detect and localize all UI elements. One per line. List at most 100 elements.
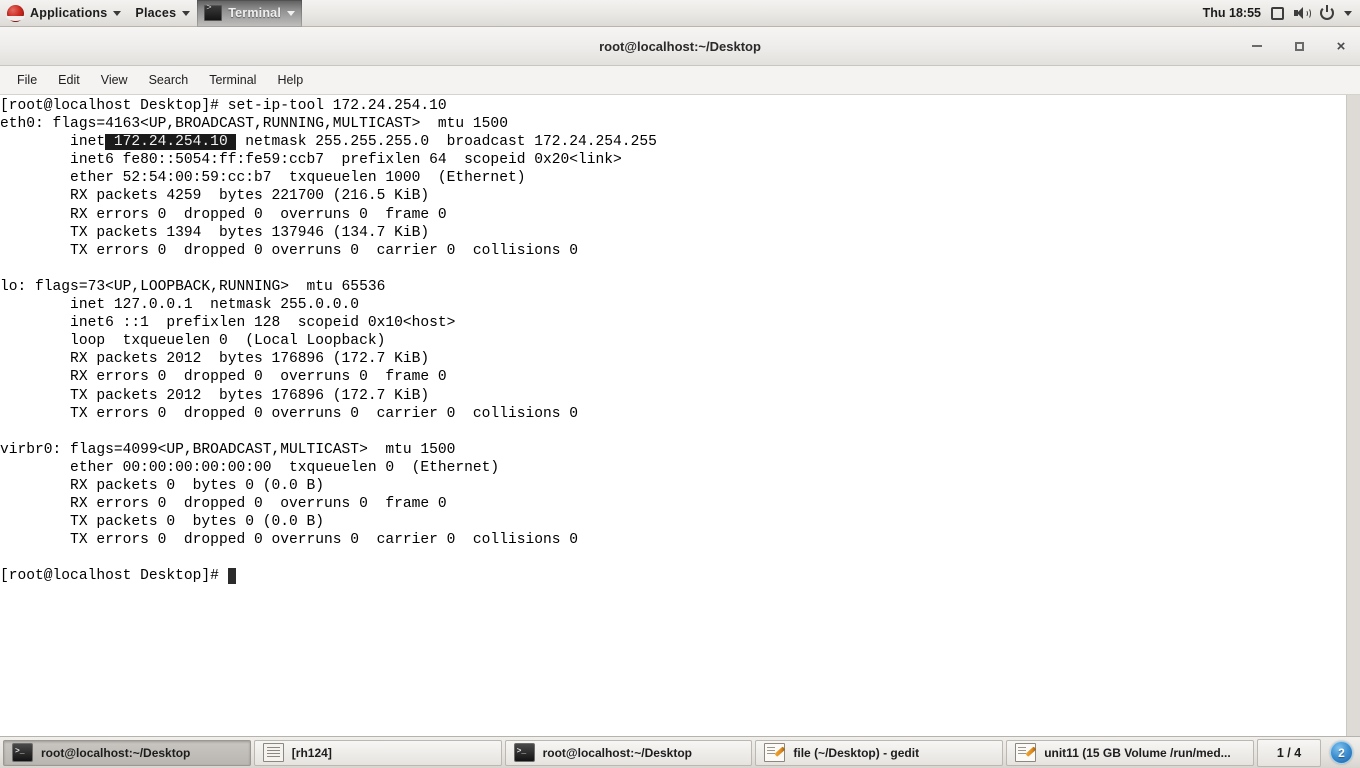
terminal-text: ether 00:00:00:00:00:00 txqueuelen 0 (Et… (0, 459, 500, 476)
terminal-line: TX errors 0 dropped 0 overruns 0 carrier… (0, 405, 1346, 423)
taskbar-button-label: [rh124] (291, 745, 332, 760)
window-titlebar[interactable]: root@localhost:~/Desktop × (0, 27, 1360, 66)
terminal-text: [root@localhost Desktop]# (0, 568, 228, 585)
terminal-text: inet6 ::1 prefixlen 128 scopeid 0x10<hos… (0, 315, 456, 332)
terminal-text: [root@localhost Desktop]# set-ip-tool 17… (0, 98, 447, 114)
terminal-text: TX errors 0 dropped 0 overruns 0 carrier… (0, 405, 579, 422)
terminal-line: virbr0: flags=4099<UP,BROADCAST,MULTICAS… (0, 441, 1346, 459)
terminal-cursor (227, 568, 237, 585)
terminal-window: root@localhost:~/Desktop × File Edit Vie… (0, 27, 1360, 736)
highlighted-ip-address: 172.24.254.10 (105, 134, 237, 151)
terminal-line: RX errors 0 dropped 0 overruns 0 frame 0 (0, 368, 1346, 386)
terminal-line: inet 127.0.0.1 netmask 255.0.0.0 (0, 296, 1346, 314)
taskbar-button[interactable]: unit11 (15 GB Volume /run/med... (1006, 739, 1254, 766)
terminal-line: TX packets 2012 bytes 176896 (172.7 KiB) (0, 387, 1346, 405)
document-icon (262, 743, 284, 762)
top-panel: Applications Places Terminal Thu 18:55 (0, 0, 1360, 27)
panel-status-area: Thu 18:55 (1203, 0, 1360, 27)
terminal-line: TX errors 0 dropped 0 overruns 0 carrier… (0, 531, 1346, 549)
volume-wave-outer (1305, 8, 1311, 19)
terminal-text: RX packets 2012 bytes 176896 (172.7 KiB) (0, 351, 430, 368)
taskbar-button[interactable]: [rh124] (253, 739, 502, 766)
terminal-line: TX packets 1394 bytes 137946 (134.7 KiB) (0, 224, 1346, 242)
task-list: root@localhost:~/Desktop [rh124] root@loca… (3, 739, 1254, 766)
minimize-button[interactable] (1248, 37, 1266, 55)
volume-icon[interactable] (1294, 6, 1311, 20)
chevron-down-icon (113, 10, 122, 16)
menu-edit[interactable]: Edit (49, 69, 89, 91)
maximize-button[interactable] (1290, 37, 1308, 55)
terminal-line: ether 00:00:00:00:00:00 txqueuelen 0 (Et… (0, 459, 1346, 477)
terminal-text: TX errors 0 dropped 0 overruns 0 carrier… (0, 242, 579, 259)
minimize-icon (1252, 45, 1262, 47)
terminal-text: TX packets 2012 bytes 176896 (172.7 KiB) (0, 387, 430, 404)
terminal-scrollbar[interactable] (1346, 95, 1360, 736)
terminal-text: inet 127.0.0.1 netmask 255.0.0.0 (0, 297, 360, 314)
terminal-text: TX packets 1394 bytes 137946 (134.7 KiB) (0, 224, 430, 241)
power-icon[interactable] (1320, 5, 1334, 20)
menu-search[interactable]: Search (140, 69, 198, 91)
terminal-line: TX packets 0 bytes 0 (0.0 B) (0, 513, 1346, 531)
terminal-line: [root@localhost Desktop]# set-ip-tool 17… (0, 97, 1346, 115)
window-controls: × (1248, 27, 1350, 65)
terminal-text: lo: flags=73<UP,LOOPBACK,RUNNING> mtu 65… (0, 278, 386, 295)
terminal-line: loop txqueuelen 0 (Local Loopback) (0, 332, 1346, 350)
menu-terminal[interactable]: Terminal (200, 69, 265, 91)
terminal-text: inet6 fe80::5054:ff:fe59:ccb7 prefixlen … (0, 152, 622, 169)
notification-badge[interactable]: 2 (1330, 741, 1353, 764)
places-menu-label: Places (135, 6, 177, 20)
applications-menu-label: Applications (30, 6, 108, 20)
terminal-text: inet (0, 134, 106, 151)
terminal-icon (12, 743, 33, 762)
terminal-text: TX packets 0 bytes 0 (0.0 B) (0, 514, 325, 531)
places-menu[interactable]: Places (128, 0, 197, 27)
clock[interactable]: Thu 18:55 (1203, 6, 1261, 20)
taskbar-button-label: root@localhost:~/Desktop (542, 745, 692, 760)
terminal-line: RX packets 2012 bytes 176896 (172.7 KiB) (0, 350, 1346, 368)
workspace-indicator[interactable]: 1 / 4 (1257, 738, 1321, 767)
maximize-icon (1294, 41, 1304, 51)
taskbar-button-label: unit11 (15 GB Volume /run/med... (1044, 745, 1231, 760)
terminal-line: inet 172.24.254.10 netmask 255.255.255.0… (0, 133, 1346, 151)
applications-menu[interactable]: Applications (0, 0, 128, 27)
close-button[interactable]: × (1332, 37, 1350, 55)
display-icon[interactable] (1271, 6, 1284, 20)
taskbar-button[interactable]: root@localhost:~/Desktop (3, 739, 251, 766)
taskbar: root@localhost:~/Desktop [rh124] root@loca… (0, 736, 1360, 768)
terminal-line: RX errors 0 dropped 0 overruns 0 frame 0 (0, 495, 1346, 513)
terminal-text: ether 52:54:00:59:cc:b7 txqueuelen 1000 … (0, 170, 526, 187)
terminal-text: TX errors 0 dropped 0 overruns 0 carrier… (0, 532, 579, 549)
menu-file[interactable]: File (8, 69, 46, 91)
chevron-down-icon (287, 10, 296, 16)
terminal-text: RX packets 0 bytes 0 (0.0 B) (0, 477, 325, 494)
window-title: root@localhost:~/Desktop (599, 38, 761, 54)
terminal-text: loop txqueuelen 0 (Local Loopback) (0, 333, 386, 350)
terminal-line: lo: flags=73<UP,LOOPBACK,RUNNING> mtu 65… (0, 278, 1346, 296)
taskbar-button[interactable]: root@localhost:~/Desktop (504, 739, 753, 766)
menu-view[interactable]: View (92, 69, 137, 91)
terminal-line: eth0: flags=4163<UP,BROADCAST,RUNNING,MU… (0, 115, 1346, 133)
terminal-line: inet6 fe80::5054:ff:fe59:ccb7 prefixlen … (0, 151, 1346, 169)
close-icon: × (1336, 37, 1346, 55)
terminal-text: RX packets 4259 bytes 221700 (216.5 KiB) (0, 188, 430, 205)
menu-help[interactable]: Help (268, 69, 312, 91)
chevron-down-icon[interactable] (1344, 10, 1352, 16)
taskbar-button-label: file (~/Desktop) - gedit (793, 745, 920, 760)
terminal-output[interactable]: [root@localhost Desktop]# set-ip-tool 17… (0, 95, 1346, 736)
terminal-line: ether 52:54:00:59:cc:b7 txqueuelen 1000 … (0, 169, 1346, 187)
terminal-text: RX errors 0 dropped 0 overruns 0 frame 0 (0, 369, 447, 386)
terminal-text: RX errors 0 dropped 0 overruns 0 frame 0 (0, 496, 447, 513)
terminal-text: eth0: flags=4163<UP,BROADCAST,RUNNING,MU… (0, 116, 508, 133)
chevron-down-icon (182, 10, 191, 16)
taskbar-button-label: root@localhost:~/Desktop (41, 745, 191, 760)
terminal-text: netmask 255.255.255.0 broadcast 172.24.2… (236, 134, 657, 151)
taskbar-button[interactable]: file (~/Desktop) - gedit (755, 739, 1004, 766)
gedit-icon (1015, 743, 1037, 762)
terminal-icon (513, 743, 535, 762)
terminal-line: RX packets 0 bytes 0 (0.0 B) (0, 477, 1346, 495)
terminal-line: inet6 ::1 prefixlen 128 scopeid 0x10<hos… (0, 314, 1346, 332)
active-application-menu[interactable]: Terminal (197, 0, 303, 27)
terminal-line: RX packets 4259 bytes 221700 (216.5 KiB) (0, 187, 1346, 205)
